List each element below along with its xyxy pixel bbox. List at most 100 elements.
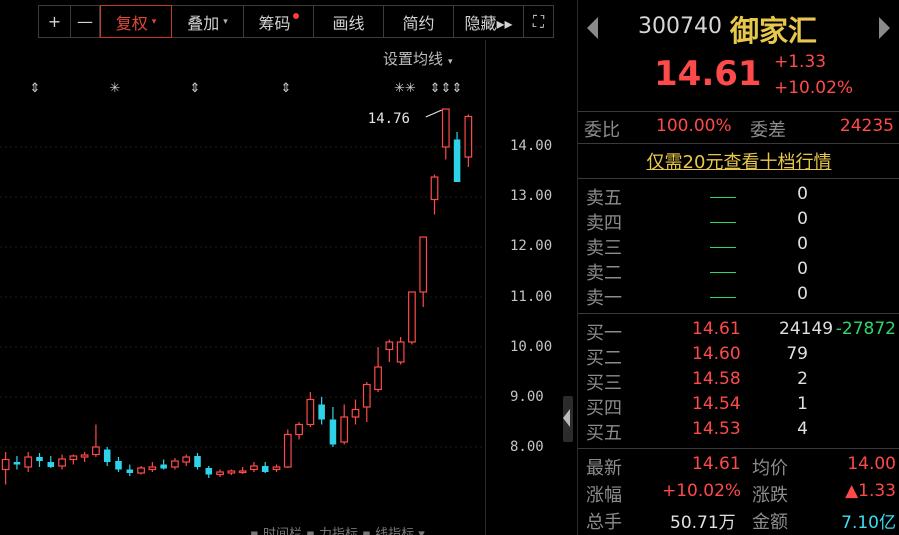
stock-name: 御家汇 xyxy=(730,14,818,48)
event-marker-icon[interactable]: ⇕⇕⇕ xyxy=(430,81,463,96)
candle-body xyxy=(351,408,360,418)
candlestick[interactable] xyxy=(329,407,337,447)
candlestick[interactable] xyxy=(126,464,134,477)
candlestick[interactable] xyxy=(453,132,461,182)
candlestick[interactable] xyxy=(306,392,315,427)
candlestick[interactable] xyxy=(160,459,167,470)
y-tick-label: 12.00 xyxy=(510,238,553,254)
candlestick[interactable] xyxy=(194,453,201,470)
empty-price-dash xyxy=(710,247,736,248)
candle-body xyxy=(453,139,461,182)
bid-row: 买五 14.53 4 xyxy=(584,419,896,444)
ask-label: 卖五 xyxy=(586,188,622,209)
candlestick[interactable] xyxy=(238,467,247,474)
ask-label: 卖四 xyxy=(586,213,622,234)
amount-label: 金额 xyxy=(752,512,788,533)
candlestick[interactable] xyxy=(374,347,382,392)
candlestick[interactable] xyxy=(464,114,473,168)
candle-body xyxy=(272,466,281,471)
candlestick[interactable] xyxy=(430,174,439,215)
candlestick[interactable] xyxy=(408,291,416,345)
price-change-percent: +10.02% xyxy=(774,78,854,98)
webi-value: 100.00% xyxy=(656,116,732,136)
event-marker-icon[interactable]: ✳ xyxy=(110,81,121,96)
candlestick[interactable] xyxy=(148,462,157,472)
event-marker-icon[interactable]: ⇕ xyxy=(190,81,201,96)
candlestick[interactable] xyxy=(182,454,191,467)
candlestick[interactable] xyxy=(80,452,89,462)
ask-row: 卖二 0 xyxy=(584,259,896,284)
candlestick[interactable] xyxy=(318,397,325,425)
divider xyxy=(578,178,899,179)
candlestick[interactable] xyxy=(69,454,78,465)
candle-body xyxy=(227,470,236,474)
candlestick[interactable] xyxy=(351,399,360,425)
kline-chart-pane[interactable]: + — 复权 ▾ 叠加 ▾ 筹码 画线 简约 隐藏▸▸ ⛶ 设置均线 ▾ 14.76 ⇕… xyxy=(0,0,573,535)
stats-row-change: 涨幅 +10.02% 涨跌 ▲1.33 xyxy=(584,481,896,506)
ask-volume: 0 xyxy=(797,209,808,229)
event-marker-icon[interactable]: ✳✳ xyxy=(394,81,416,96)
candlestick[interactable] xyxy=(396,337,405,365)
bid-label: 买四 xyxy=(586,398,622,419)
bid-price: 14.54 xyxy=(692,394,741,414)
quote-panel: 300740 御家汇 14.61 +1.33 +10.02% 委比 100.00… xyxy=(577,0,899,535)
bid-label: 买二 xyxy=(586,348,622,369)
candle-body xyxy=(126,469,134,473)
latest-label: 最新 xyxy=(586,458,622,479)
candlestick[interactable] xyxy=(1,452,10,485)
candlestick[interactable] xyxy=(250,462,258,472)
candlestick[interactable] xyxy=(272,464,281,473)
candlestick[interactable] xyxy=(24,452,33,472)
empty-price-dash xyxy=(710,297,736,298)
candlestick[interactable] xyxy=(171,458,179,470)
candlestick[interactable] xyxy=(47,456,55,468)
candlestick[interactable] xyxy=(205,466,213,478)
bid-volume: 24149 xyxy=(779,319,834,339)
candlestick[interactable] xyxy=(92,424,100,458)
ask-row: 卖五 0 xyxy=(584,184,896,209)
candlestick[interactable] xyxy=(13,456,21,470)
divider xyxy=(578,111,899,112)
candlestick[interactable] xyxy=(216,469,224,478)
change-label: 涨跌 xyxy=(752,485,788,506)
candlestick[interactable] xyxy=(340,404,349,445)
next-stock-arrow-icon[interactable] xyxy=(879,17,890,39)
candle-body xyxy=(92,446,100,456)
candle-body xyxy=(69,455,78,461)
level10-upgrade-link[interactable]: 仅需20元查看十档行情 xyxy=(578,148,899,174)
volume-label: 总手 xyxy=(586,512,622,533)
candlestick[interactable] xyxy=(115,457,122,472)
y-tick-label: 8.00 xyxy=(510,439,544,455)
high-price-annotation: 14.76 xyxy=(368,111,410,127)
candle-body xyxy=(148,466,157,471)
indicator-tabs-strip[interactable]: ▪ 时间栏 ▪ 力指标 ▪ 线指标 ▾ xyxy=(250,523,425,535)
candlestick[interactable] xyxy=(385,339,394,363)
candlestick[interactable] xyxy=(137,466,145,475)
empty-price-dash xyxy=(710,272,736,273)
candlestick[interactable] xyxy=(283,429,292,469)
event-marker-icon[interactable]: ⇕ xyxy=(30,81,41,96)
candlestick[interactable] xyxy=(36,453,43,467)
candlestick[interactable] xyxy=(261,462,269,473)
candlestick-chart[interactable]: 14.76 ⇕ ✳ ⇕ ⇕ ✳✳ ⇕⇕⇕ xyxy=(0,0,568,535)
candlestick[interactable] xyxy=(441,108,450,160)
ask-volume: 0 xyxy=(797,284,808,304)
latest-value: 14.61 xyxy=(692,454,741,474)
bid-price: 14.53 xyxy=(692,419,741,439)
candlestick[interactable] xyxy=(103,447,111,466)
ask-volume: 0 xyxy=(797,184,808,204)
collapse-panel-handle[interactable] xyxy=(563,396,573,442)
y-tick-label: 11.00 xyxy=(510,289,553,305)
prev-stock-arrow-icon[interactable] xyxy=(587,17,598,39)
candle-body xyxy=(216,471,224,476)
candlestick[interactable] xyxy=(227,469,236,476)
divider xyxy=(578,143,899,144)
candle-body xyxy=(295,423,303,436)
candlestick[interactable] xyxy=(295,422,303,440)
candlestick[interactable] xyxy=(58,454,66,470)
candlestick[interactable] xyxy=(362,382,371,422)
event-marker-icon[interactable]: ⇕ xyxy=(281,81,292,96)
change-value: ▲1.33 xyxy=(845,481,896,501)
candle-body xyxy=(430,176,439,201)
candle-body xyxy=(137,467,145,474)
